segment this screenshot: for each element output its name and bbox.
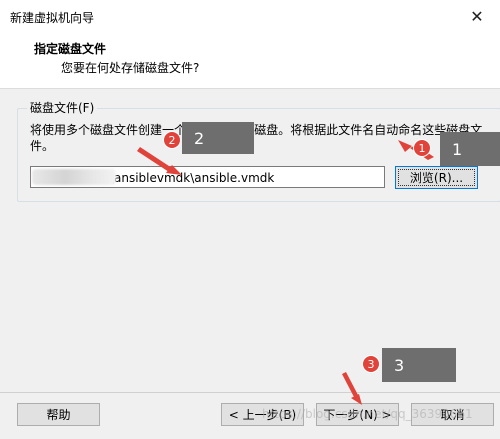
- annotation-callout-2: 2: [182, 122, 254, 154]
- annotation-badge-2: 2: [163, 131, 181, 149]
- annotation-callout-1: 1: [440, 132, 500, 166]
- annotation-badge-3: 3: [362, 355, 380, 373]
- annotation-arrow-1-head: [398, 140, 412, 152]
- annotation-arrow-3-head: [351, 394, 362, 405]
- annotation-callout-3: 3: [382, 348, 456, 382]
- annotation-badge-1: 1: [413, 139, 431, 157]
- annotation-arrow-2: [137, 147, 172, 172]
- annotation-arrow-3: [342, 372, 358, 397]
